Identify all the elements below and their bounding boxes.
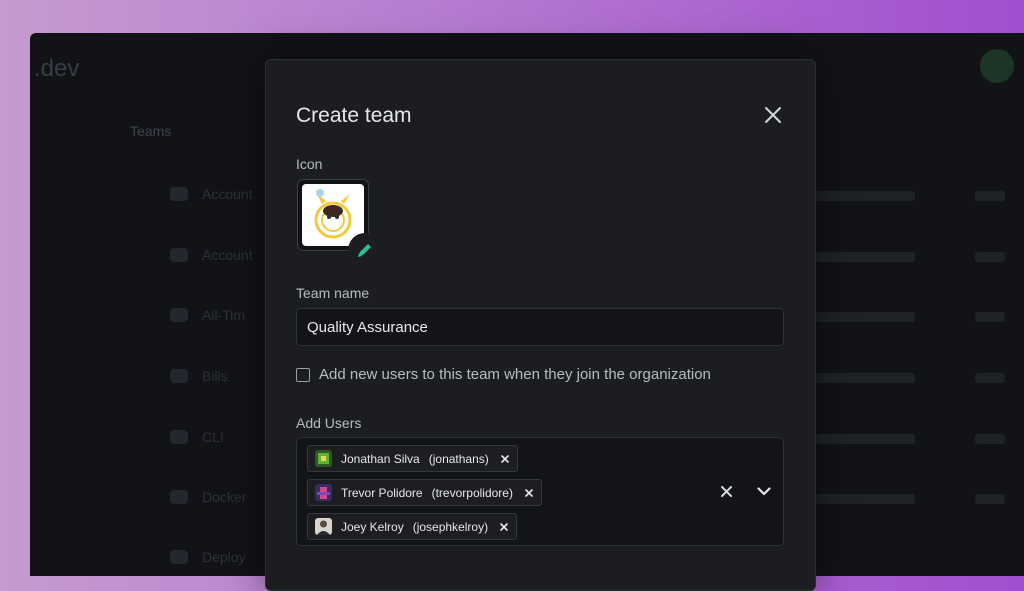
bg-team-name: CLI	[202, 429, 224, 445]
add-users-label: Add Users	[296, 415, 362, 431]
user-avatar	[315, 484, 332, 501]
user-chip-username: (trevorpolidore)	[431, 485, 513, 500]
team-name-input[interactable]	[296, 308, 784, 346]
bg-team-name: Account	[202, 247, 253, 263]
auto-add-users-option[interactable]: Add new users to this team when they joi…	[296, 366, 711, 383]
bg-team-name: Bills	[202, 368, 228, 384]
user-chip-username: (josephkelroy)	[412, 519, 489, 534]
team-icon	[170, 248, 188, 262]
bg-team-name: Account	[202, 186, 253, 202]
user-avatar	[315, 518, 332, 535]
bg-team-row: Bills	[170, 368, 228, 384]
user-chip-username: (jonathans)	[428, 451, 489, 466]
close-small-icon[interactable]	[525, 488, 533, 497]
team-icon	[170, 550, 188, 564]
close-small-icon[interactable]	[500, 522, 508, 531]
bg-avatar	[980, 49, 1014, 83]
team-icon	[170, 490, 188, 504]
pencil-icon	[358, 244, 371, 257]
edit-icon-button[interactable]	[348, 233, 382, 267]
auto-add-users-label: Add new users to this team when they joi…	[319, 366, 711, 383]
chevron-down-icon[interactable]	[757, 487, 771, 496]
user-chip-name: Jonathan Silva	[341, 451, 420, 466]
bg-teams-heading: Teams	[130, 123, 172, 139]
user-chip: Jonathan Silva (jonathans)	[307, 445, 518, 472]
create-team-modal: Create team Icon Team name Add new	[265, 59, 816, 591]
bg-team-name: Deploy	[202, 549, 246, 565]
team-icon	[170, 369, 188, 383]
bg-row-meta	[815, 191, 1005, 201]
icon-label: Icon	[296, 156, 323, 172]
team-icon	[170, 187, 188, 201]
bg-row-meta	[815, 434, 1005, 444]
bg-row-meta	[815, 373, 1005, 383]
close-button[interactable]	[762, 104, 784, 126]
bg-team-name: All-Tim	[202, 307, 246, 323]
bg-team-row: CLI	[170, 429, 224, 445]
team-icon	[170, 308, 188, 322]
close-small-icon[interactable]	[500, 454, 509, 463]
app-logo: .dev	[34, 55, 80, 82]
team-icon	[170, 430, 188, 444]
clear-all-icon[interactable]	[721, 486, 732, 497]
auto-add-users-checkbox[interactable]	[296, 367, 310, 382]
add-users-select[interactable]: Jonathan Silva (jonathans) Trevor Polido…	[296, 437, 784, 546]
user-chip-name: Trevor Polidore	[341, 485, 423, 500]
close-icon	[765, 107, 781, 123]
bg-team-row: All-Tim	[170, 307, 245, 323]
bg-row-meta	[815, 312, 1005, 322]
bg-team-row: Account	[170, 247, 253, 263]
bg-user-menu	[980, 49, 1014, 83]
modal-title: Create team	[296, 104, 412, 127]
user-avatar	[315, 450, 332, 467]
user-chip: Trevor Polidore (trevorpolidore)	[307, 479, 542, 506]
team-name-label: Team name	[296, 285, 370, 301]
user-chip-name: Joey Kelroy	[341, 519, 404, 534]
bg-team-row: Account	[170, 186, 253, 202]
user-chip: Joey Kelroy (josephkelroy)	[307, 513, 518, 540]
bg-team-name: Docker	[202, 489, 247, 505]
bg-row-meta	[815, 252, 1005, 262]
bg-row-meta	[815, 494, 1005, 504]
bg-team-row: Deploy	[170, 549, 246, 565]
bg-team-row: Docker	[170, 489, 246, 505]
